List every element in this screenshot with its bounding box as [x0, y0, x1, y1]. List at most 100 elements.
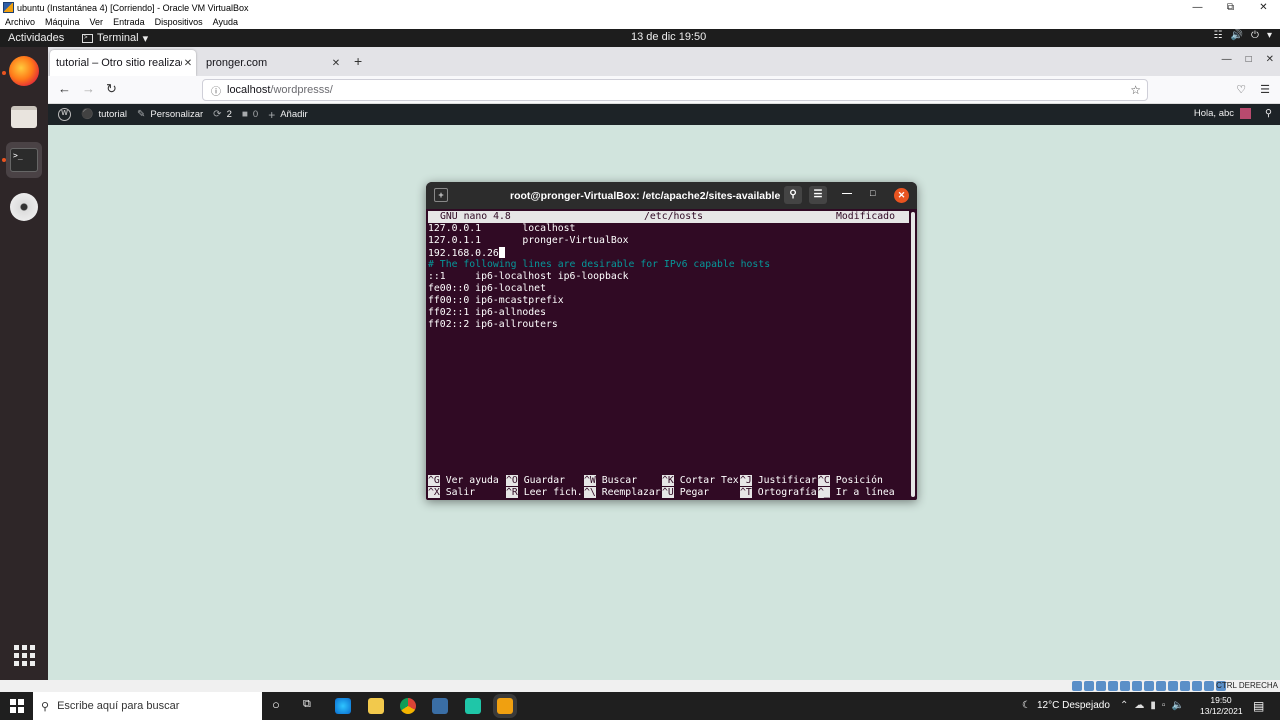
close-window-button[interactable]: ✕ — [1266, 54, 1274, 65]
terminal-scrollbar[interactable] — [911, 212, 915, 497]
url-path: /wordpresss/ — [270, 84, 333, 96]
wp-updates[interactable]: ⟳ 2 — [213, 109, 232, 120]
shortcut-help[interactable]: ^G Ver ayuda — [428, 475, 499, 487]
wp-comments[interactable]: ■ 0 — [242, 109, 258, 120]
wp-customize-label: Personalizar — [150, 109, 204, 120]
firefox-icon — [9, 56, 39, 86]
minimize-button[interactable]: — — [1181, 0, 1214, 15]
plus-icon: + — [268, 107, 276, 122]
system-tray[interactable]: ⌃ ☁ ▮ ▫ 🔈 — [1120, 700, 1184, 711]
home-icon: ⚫ — [81, 109, 94, 120]
edge-icon[interactable] — [335, 698, 351, 714]
shortcut-position[interactable]: ^C Posición — [818, 475, 883, 487]
task-view-icon[interactable]: ⧉ — [303, 698, 311, 711]
avatar[interactable] — [1240, 108, 1252, 119]
terminal-window[interactable]: + root@pronger-VirtualBox: /etc/apache2/… — [426, 182, 917, 500]
tab-tutorial[interactable]: tutorial – Otro sitio realizado con Word… — [50, 50, 196, 76]
menu-maquina[interactable]: Máquina — [45, 17, 80, 27]
shortcut-replace[interactable]: ^\ Reemplazar — [584, 487, 661, 499]
file-explorer-icon[interactable] — [368, 698, 384, 714]
folder-icon — [11, 106, 37, 128]
terminal-icon: > — [82, 33, 93, 43]
weather-text: 12°C Despejado — [1036, 700, 1110, 711]
new-tab-button[interactable]: + — [354, 53, 362, 69]
nano-version: GNU nano 4.8 — [440, 211, 511, 222]
forward-button[interactable]: → — [82, 81, 95, 96]
app-icon[interactable] — [465, 698, 481, 714]
app-menu[interactable]: > Terminal ▾ — [82, 32, 148, 45]
menu-archivo[interactable]: Archivo — [5, 17, 35, 27]
menu-entrada[interactable]: Entrada — [113, 17, 145, 27]
shortcut-cut[interactable]: ^K Cortar Tex — [662, 475, 739, 487]
close-tab-icon[interactable]: ✕ — [182, 58, 194, 69]
maximize-button[interactable]: ⧉ — [1214, 0, 1247, 15]
virtualbox-vm-icon[interactable] — [497, 698, 513, 714]
taskbar-clock[interactable]: 19:50 13/12/2021 — [1200, 695, 1243, 717]
new-tab-icon[interactable]: + — [434, 188, 448, 202]
network-icon: ▫ — [1161, 700, 1166, 711]
firefox-tab-bar: tutorial – Otro sitio realizado con Word… — [48, 47, 1280, 76]
tab-pronger[interactable]: pronger.com ✕ — [200, 50, 344, 76]
gnome-clock[interactable]: 13 de dic 19:50 — [631, 31, 706, 43]
device-status-icons[interactable] — [1072, 681, 1226, 691]
weather-widget[interactable]: ☾ 12°C Despejado — [1022, 700, 1110, 711]
taskbar-search[interactable]: ⚲ Escribe aquí para buscar — [33, 692, 262, 720]
restore-button[interactable]: □ — [1246, 54, 1252, 65]
shortcut-spelling[interactable]: ^T Ortografía — [740, 487, 817, 499]
menu-dispositivos[interactable]: Dispositivos — [155, 17, 203, 27]
chrome-icon[interactable] — [400, 698, 416, 714]
hamburger-menu-icon[interactable]: ☰ — [809, 186, 827, 204]
wp-customize[interactable]: ✎ Personalizar — [137, 109, 203, 120]
notification-icon[interactable]: ▤ — [1253, 699, 1264, 713]
close-button[interactable]: ✕ — [1247, 0, 1280, 15]
reload-button[interactable]: ↻ — [106, 81, 117, 97]
close-button[interactable]: ✕ — [894, 188, 909, 203]
file-line: ff02::2 ip6-allrouters — [428, 319, 558, 330]
dock-files[interactable] — [6, 99, 42, 135]
search-icon[interactable]: ⚲ — [1265, 108, 1272, 119]
show-applications-button[interactable] — [6, 637, 42, 673]
wordpress-admin-bar: W ⚫ tutorial ✎ Personalizar ⟳ 2 ■ 0 + Añ… — [48, 104, 1280, 125]
dock-disc[interactable] — [6, 189, 42, 225]
menu-ayuda[interactable]: Ayuda — [213, 17, 238, 27]
wp-add-new[interactable]: + Añadir — [268, 108, 307, 122]
bookmark-star-icon[interactable]: ☆ — [1130, 83, 1141, 97]
shortcut-justify[interactable]: ^J Justificar — [740, 475, 817, 487]
back-button[interactable]: ← — [58, 81, 71, 96]
url-bar[interactable]: ⓘ localhost/wordpresss/ ☆ — [202, 79, 1148, 101]
shortcut-search[interactable]: ^W Buscar — [584, 475, 637, 487]
wp-greeting[interactable]: Hola, abc — [1194, 108, 1234, 119]
pocket-icon[interactable]: ♡ — [1236, 83, 1246, 96]
cortana-icon[interactable]: ○ — [272, 697, 280, 712]
minimize-button[interactable]: — — [1222, 54, 1232, 65]
nano-editor[interactable]: GNU nano 4.8 /etc/hosts Modificado 127.0… — [428, 209, 911, 500]
search-icon[interactable]: ⚲ — [784, 186, 802, 204]
virtualbox-taskbar-icon[interactable] — [432, 698, 448, 714]
windows-start-button[interactable] — [10, 699, 24, 713]
chevron-down-icon: ▾ — [142, 32, 149, 45]
terminal-icon: >_ — [10, 148, 38, 172]
url-host: localhost — [227, 84, 271, 96]
shortcut-read-file[interactable]: ^R Leer fich. — [506, 487, 583, 499]
wp-logo-menu[interactable]: W — [58, 108, 71, 121]
activities-button[interactable]: Actividades — [8, 32, 74, 44]
hamburger-menu-icon[interactable]: ☰ — [1260, 83, 1270, 96]
maximize-button[interactable]: □ — [870, 188, 875, 198]
windows-taskbar: ⚲ Escribe aquí para buscar ○ ⧉ ☾ 12°C De… — [0, 692, 1280, 720]
virtualbox-window-title: ubuntu (Instantánea 4) [Corriendo] - Ora… — [17, 2, 249, 13]
wp-site-menu[interactable]: ⚫ tutorial — [81, 109, 127, 120]
shortcut-goto-line[interactable]: ^_ Ir a línea — [818, 487, 895, 499]
menu-ver[interactable]: Ver — [90, 17, 104, 27]
dock-terminal[interactable]: >_ — [6, 142, 42, 178]
minimize-button[interactable]: — — [842, 188, 852, 199]
dock-firefox[interactable] — [6, 53, 42, 89]
shortcut-exit[interactable]: ^X Salir — [428, 487, 475, 499]
shortcut-paste[interactable]: ^U Pegar — [662, 487, 709, 499]
wp-comments-count: 0 — [252, 109, 259, 120]
system-menu[interactable]: ☷ 🔊 ⏻ ▾ — [1214, 30, 1272, 41]
shortcut-save[interactable]: ^O Guardar — [506, 475, 565, 487]
close-tab-icon[interactable]: ✕ — [330, 58, 342, 69]
info-icon[interactable]: ⓘ — [211, 83, 221, 98]
nano-header: GNU nano 4.8 /etc/hosts Modificado — [428, 211, 909, 223]
tab-label: tutorial – Otro sitio realizado con Word… — [56, 57, 182, 69]
